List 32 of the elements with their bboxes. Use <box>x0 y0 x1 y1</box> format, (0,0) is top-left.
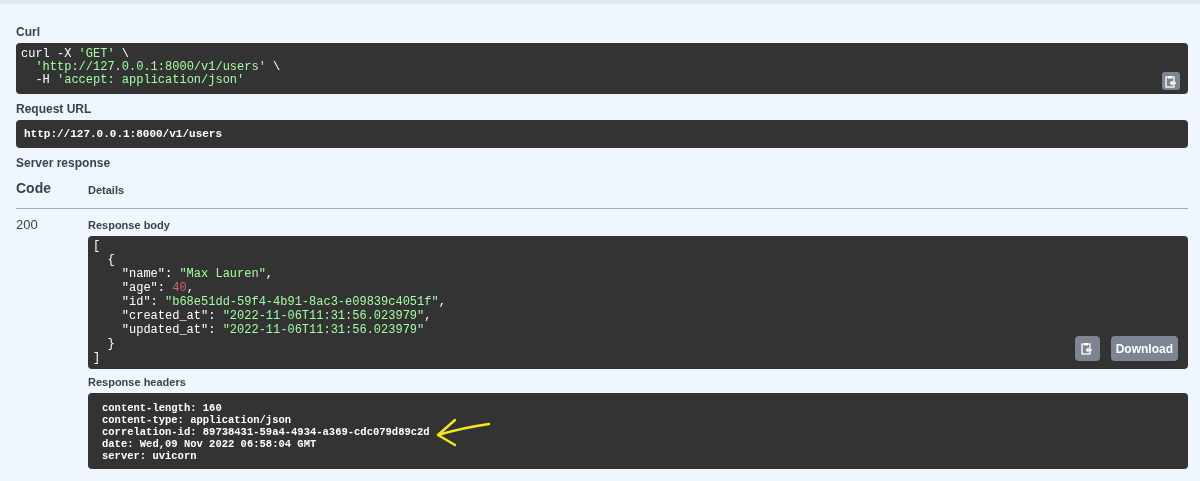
code-line: "created_at": "2022-11-06T11:31:56.023979", <box>120 309 432 323</box>
section-label: Response headers <box>88 375 187 389</box>
code-line: } <box>106 337 115 351</box>
section-label: Request URL <box>16 102 93 116</box>
code-line: "age": 40, <box>120 281 194 295</box>
column-header: Details <box>88 182 125 198</box>
code-line: "name": "Max Lauren", <box>120 267 274 281</box>
header-line: date: Wed,09 Nov 2022 06:58:04 GMT <box>102 438 317 450</box>
section-label: Curl <box>16 25 41 39</box>
section-label: Response body <box>88 218 171 232</box>
request-url: http://127.0.0.1:8000/v1/users <box>24 126 223 142</box>
copy-button[interactable] <box>1162 72 1180 90</box>
clipboard-icon <box>1081 342 1094 355</box>
header-line: server: uvicorn <box>102 450 197 462</box>
code-line: "updated_at": "2022-11-06T11:31:56.023979" <box>120 323 425 337</box>
code-line: ] <box>93 351 101 365</box>
download-button[interactable]: Download <box>1110 336 1178 361</box>
section-label: Server response <box>16 156 112 170</box>
arrow-annotation <box>435 418 491 448</box>
header-line: content-length: 160 <box>102 402 222 414</box>
status-code: 200 <box>16 216 39 234</box>
code-line: "id": "b68e51dd-59f4-4b91-8ac3-e09839c4051f", <box>120 295 446 309</box>
code-line: -H 'accept: application/json' <box>34 74 245 87</box>
clipboard-icon <box>1165 74 1177 88</box>
code-line: 'http://127.0.0.1:8000/v1/users' \ <box>34 61 281 74</box>
column-header: Code <box>16 179 52 198</box>
header-line: content-type: application/json <box>102 414 292 426</box>
code-line: curl -X 'GET' \ <box>21 48 130 61</box>
copy-button[interactable] <box>1074 336 1100 361</box>
code-line: { <box>106 253 115 267</box>
header-line: correlation-id: 89738431-59a4-4934-a369-cdc079d89c2d <box>102 426 430 438</box>
code-line: [ <box>93 239 101 253</box>
